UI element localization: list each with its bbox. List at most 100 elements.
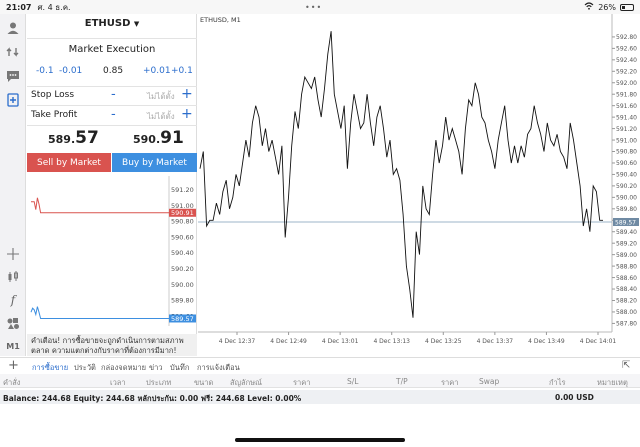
volume-minus-0-1-button[interactable]: -0.1 [36, 66, 54, 76]
stop-loss-minus-button[interactable]: - [111, 87, 116, 102]
expand-icon[interactable]: ⇱ [622, 360, 630, 371]
objects-icon[interactable] [3, 313, 23, 333]
left-toolbar: f M1 [0, 14, 26, 356]
sell-by-market-button[interactable]: Sell by Market [27, 153, 111, 172]
add-icon[interactable]: + [8, 358, 19, 373]
x-tick-label: 4 Dec 13:25 [425, 338, 462, 345]
mini-tick-label: 590.40 [171, 249, 194, 257]
chart-background [198, 14, 640, 356]
x-tick-label: 4 Dec 13:01 [322, 338, 359, 345]
bid-price-label: 589.57 [171, 315, 194, 323]
y-tick-label: 589.20 [616, 240, 637, 247]
tab-alerts[interactable]: การแจ้งเตือน [197, 362, 240, 374]
col-tp: T/P [396, 377, 408, 386]
volume-value[interactable]: 0.85 [103, 66, 123, 76]
col-price-current: ราคา [441, 378, 459, 387]
new-order-icon[interactable] [3, 90, 23, 110]
multitask-dots[interactable]: ••• [305, 3, 322, 12]
take-profit-minus-button[interactable]: - [111, 107, 116, 122]
indicators-icon[interactable]: f [3, 290, 23, 310]
y-tick-label: 589.80 [616, 206, 637, 213]
y-tick-label: 590.60 [616, 160, 637, 167]
take-profit-input[interactable]: ไม่ได้ตั้ง [147, 110, 175, 123]
tab-journal[interactable]: บันทึก [170, 362, 189, 374]
timeframe-m1-icon[interactable]: M1 [3, 336, 23, 356]
y-tick-label: 592.00 [616, 80, 637, 87]
y-tick-label: 591.60 [616, 103, 637, 110]
tick-chart: 591.20591.00590.80590.60590.40590.20590.… [30, 176, 196, 326]
y-tick-label: 588.40 [616, 286, 637, 293]
volume-minus-0-01-button[interactable]: -0.01 [59, 66, 82, 76]
y-tick-label: 591.20 [616, 126, 637, 133]
y-tick-label: 592.20 [616, 68, 637, 75]
volume-plus-0-1-button[interactable]: +0.1 [171, 66, 193, 76]
mini-tick-label: 590.20 [171, 265, 194, 273]
col-profit: กำไร [549, 378, 566, 387]
volume-plus-0-01-button[interactable]: +0.01 [143, 66, 171, 76]
divider [27, 38, 197, 39]
wifi-icon [584, 2, 594, 12]
tab-history[interactable]: ประวัติ [74, 362, 96, 374]
x-tick-label: 4 Dec 14:01 [580, 338, 617, 345]
take-profit-label: Take Profit [31, 110, 78, 120]
mini-tick-label: 590.80 [171, 218, 194, 226]
battery-percent: 26% [598, 2, 616, 12]
battery-icon [620, 3, 634, 11]
volume-row: -0.1 -0.01 0.85 +0.01 +0.1 [27, 66, 197, 80]
col-size: ขนาด [194, 378, 214, 387]
current-price-label: 589.57 [615, 219, 636, 226]
price-chart[interactable]: ETHUSD, M1 592.80 592.60 592.40 592.20 592.00… [198, 14, 640, 356]
warning-message: คำเตือน! การซื้อขายจะถูกดำเนินการตามสภาพ… [27, 334, 197, 356]
stop-loss-plus-button[interactable]: + [181, 86, 193, 102]
y-tick-label: 590.00 [616, 195, 637, 202]
home-indicator[interactable] [235, 438, 405, 442]
price-row: 589.57 590.91 [27, 126, 197, 152]
y-tick-label: 590.20 [616, 183, 637, 190]
y-tick-label: 587.80 [616, 321, 637, 328]
ask-series-line [31, 197, 169, 214]
col-symbol: สัญลักษณ์ [230, 378, 263, 387]
col-type: ประเภท [146, 378, 172, 387]
stop-loss-input[interactable]: ไม่ได้ตั้ง [147, 90, 175, 103]
total-profit: 0.00 USD [555, 393, 594, 402]
symbol-selector[interactable]: ETHUSD ▼ [27, 18, 197, 29]
stop-loss-label: Stop Loss [31, 90, 75, 100]
y-tick-label: 588.80 [616, 263, 637, 270]
y-tick-label: 590.40 [616, 172, 637, 179]
x-tick-label: 4 Dec 13:49 [528, 338, 565, 345]
col-sl: S/L [347, 377, 359, 386]
col-swap: Swap [479, 377, 500, 386]
buy-by-market-button[interactable]: Buy by Market [112, 153, 197, 172]
take-profit-plus-button[interactable]: + [181, 106, 193, 122]
mini-tick-label: 591.20 [171, 186, 194, 194]
balance-bar: Balance: 244.68 Equity: 244.68 หลักประกั… [0, 390, 640, 404]
y-tick-label: 591.80 [616, 91, 637, 98]
user-icon[interactable] [3, 18, 23, 38]
y-tick-label: 589.40 [616, 229, 637, 236]
x-tick-label: 4 Dec 13:13 [373, 338, 410, 345]
date: ศ. 4 ธ.ค. [37, 2, 71, 12]
trade-arrows-icon[interactable] [3, 42, 23, 62]
bid-series-line [30, 306, 169, 319]
take-profit-row: Take Profit - ไม่ได้ตั้ง + [27, 106, 197, 124]
candles-icon[interactable] [3, 267, 23, 287]
y-tick-label: 592.40 [616, 57, 637, 64]
y-tick-label: 588.60 [616, 275, 637, 282]
execution-type[interactable]: Market Execution [27, 44, 197, 55]
y-tick-label: 591.40 [616, 114, 637, 121]
chat-icon[interactable] [3, 66, 23, 86]
tab-news[interactable]: ข่าว [149, 362, 163, 374]
x-tick-label: 4 Dec 12:49 [270, 338, 307, 345]
tab-mailbox[interactable]: กล่องจดหมาย [101, 362, 146, 374]
divider [27, 105, 197, 106]
col-comment: หมายเหตุ [597, 378, 628, 387]
crosshair-icon[interactable] [3, 244, 23, 264]
bottom-tabs: + การซื้อขาย ประวัติ กล่องจดหมาย ข่าว บั… [0, 357, 640, 375]
mini-tick-label: 590.00 [171, 281, 194, 289]
chevron-down-icon: ▼ [133, 20, 140, 28]
stop-loss-row: Stop Loss - ไม่ได้ตั้ง + [27, 86, 197, 104]
clock: 21:07 [6, 2, 32, 12]
x-tick-label: 4 Dec 12:37 [219, 338, 256, 345]
status-bar: 21:07 ศ. 4 ธ.ค. ••• 26% [0, 0, 640, 14]
mini-tick-label: 590.60 [171, 233, 194, 241]
